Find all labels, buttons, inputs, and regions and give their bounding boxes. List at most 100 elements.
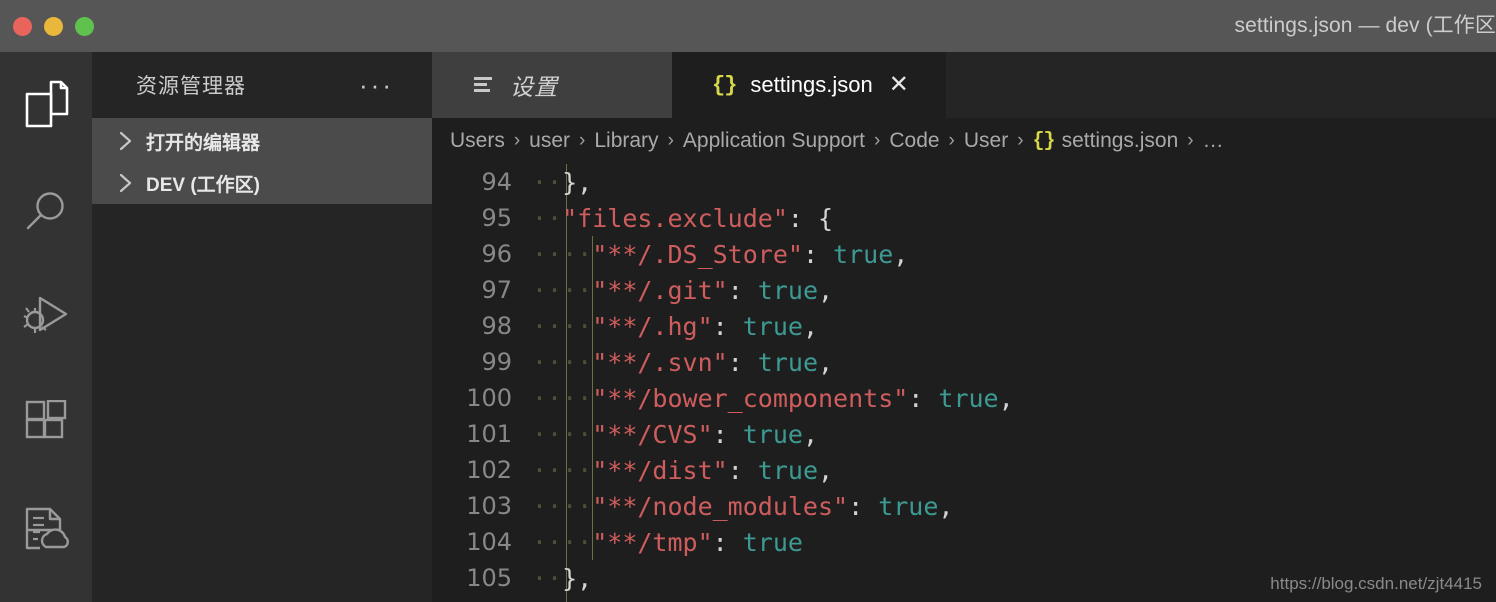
whitespace-dots: ··	[532, 203, 563, 233]
breadcrumb-item-application-support[interactable]: Application Support	[683, 129, 865, 153]
settings-lines-icon	[472, 74, 496, 96]
minimize-window-button[interactable]	[44, 16, 63, 36]
line-number: 99	[481, 348, 512, 376]
tab-settings-json[interactable]: {} settings.json ✕	[672, 52, 946, 118]
json-braces-icon: {}	[712, 72, 737, 98]
chevron-right-icon: ›	[513, 130, 521, 151]
chevron-right-icon	[114, 171, 138, 195]
sidebar-item-label: DEV (工作区)	[146, 174, 261, 196]
chevron-right-icon	[114, 129, 138, 153]
whitespace-dots: ····	[532, 491, 593, 521]
whitespace-dots: ····	[532, 311, 593, 341]
whitespace-dots: ··	[532, 563, 563, 593]
code-token-punc: ,	[818, 347, 834, 377]
code-token-str: "**/CVS"	[592, 419, 713, 449]
code-token-str: "**/bower_components"	[592, 383, 909, 413]
breadcrumb-item-settings-json[interactable]: {} settings.json	[1033, 129, 1179, 153]
line-number: 105	[466, 564, 512, 592]
activity-item-explorer[interactable]	[0, 52, 92, 158]
breadcrumb-item-users[interactable]: Users	[450, 129, 505, 153]
code-token-punc: :	[727, 455, 758, 485]
code-token-punc: ,	[802, 419, 819, 449]
code-token-bool: true	[742, 419, 803, 449]
code-line: 100 ····"**/bower_components": true,	[432, 380, 1496, 416]
whitespace-dots: ····	[532, 347, 593, 377]
sidebar-more-actions-button[interactable]: ···	[359, 72, 394, 98]
breadcrumb-item-code[interactable]: Code	[889, 129, 939, 153]
line-content: ··},	[532, 564, 592, 593]
breadcrumb-item-user-folder[interactable]: User	[964, 129, 1008, 153]
code-token-str: "**/.git"	[592, 275, 728, 305]
breadcrumb-item-user[interactable]: user	[529, 129, 570, 153]
code-token-punc: :	[802, 239, 834, 269]
chevron-right-icon: ›	[948, 130, 955, 151]
breadcrumb: Users › user › Library › Application Sup…	[432, 118, 1496, 164]
code-token-bool: true	[878, 491, 939, 521]
line-content: ····"**/.git": true,	[532, 276, 833, 305]
code-token-punc: :	[848, 491, 879, 521]
code-token-punc: :	[727, 347, 758, 377]
code-line: 101 ····"**/CVS": true,	[432, 416, 1496, 452]
activity-item-search[interactable]	[0, 158, 92, 264]
line-number: 94	[481, 168, 512, 196]
line-number: 97	[481, 276, 512, 304]
files-explorer-icon	[23, 80, 69, 130]
line-number: 103	[466, 492, 512, 520]
activity-item-run-debug[interactable]	[0, 264, 92, 370]
code-line: 94 ··},	[432, 164, 1496, 200]
sidebar-item-dev-workspace[interactable]: DEV (工作区)	[92, 162, 432, 204]
code-editor[interactable]: 94 ··}, 95 ··"files.exclude": {96 ····"**/.D…	[432, 164, 1496, 602]
code-token-punc: ,	[938, 491, 954, 521]
code-token-bool: true	[833, 239, 894, 269]
code-token-str: "**/node_modules"	[592, 491, 849, 521]
tab-label: settings.json	[750, 72, 873, 97]
settings-sync-icon	[22, 506, 70, 552]
watermark: https://blog.csdn.net/zjt4415	[1270, 574, 1482, 593]
code-token-str: "**/.svn"	[592, 347, 728, 377]
activity-bar	[0, 52, 92, 602]
close-tab-button[interactable]: ✕	[889, 73, 909, 97]
code-line: 97 ····"**/.git": true,	[432, 272, 1496, 308]
window-title: settings.json — dev (工作区	[1234, 14, 1496, 37]
code-token-str: "**/tmp"	[592, 527, 713, 557]
whitespace-dots: ····	[532, 455, 593, 485]
code-token-punc: ,	[818, 275, 834, 305]
title-bar: settings.json — dev (工作区	[0, 0, 1496, 52]
tab-settings[interactable]: 设置	[432, 52, 672, 118]
breadcrumb-item-library[interactable]: Library	[594, 129, 658, 153]
run-debug-icon	[21, 294, 71, 340]
whitespace-dots: ····	[532, 275, 593, 305]
code-token-punc: ,	[802, 311, 819, 341]
activity-item-settings-sync[interactable]	[0, 476, 92, 582]
line-content: ····"**/dist": true,	[532, 456, 833, 485]
line-number: 100	[466, 384, 512, 412]
line-content: ····"**/.hg": true,	[532, 312, 818, 341]
sidebar-item-open-editors[interactable]: 打开的编辑器	[92, 120, 432, 162]
whitespace-dots: ····	[532, 527, 593, 557]
editor-group: 设置 {} settings.json ✕ Users › user › Lib…	[432, 52, 1496, 602]
close-window-button[interactable]	[13, 16, 32, 36]
code-line: 103 ····"**/node_modules": true,	[432, 488, 1496, 524]
line-content: ····"**/tmp": true	[532, 528, 803, 557]
code-token-bool: true	[757, 347, 819, 377]
line-number: 101	[466, 420, 512, 448]
line-number: 98	[481, 312, 512, 340]
code-token-punc: : {	[787, 203, 834, 233]
tab-label: 设置	[510, 74, 558, 100]
line-content: ····"**/bower_components": true,	[532, 384, 1014, 413]
maximize-window-button[interactable]	[75, 16, 94, 36]
line-number: 96	[481, 240, 512, 268]
code-line: 104 ····"**/tmp": true	[432, 524, 1496, 560]
chevron-right-icon: ›	[1187, 130, 1194, 151]
extensions-icon	[23, 400, 69, 446]
line-number: 102	[466, 456, 512, 484]
code-token-punc: ,	[893, 239, 909, 269]
code-token-punc: :	[908, 383, 939, 413]
chevron-right-icon: ›	[667, 130, 674, 151]
breadcrumb-file-label: settings.json	[1061, 129, 1179, 152]
window-controls	[13, 16, 94, 36]
line-content: ····"**/CVS": true,	[532, 420, 818, 449]
activity-item-extensions[interactable]	[0, 370, 92, 476]
breadcrumb-overflow[interactable]: …	[1203, 129, 1224, 153]
sidebar-item-label: 打开的编辑器	[146, 132, 261, 154]
